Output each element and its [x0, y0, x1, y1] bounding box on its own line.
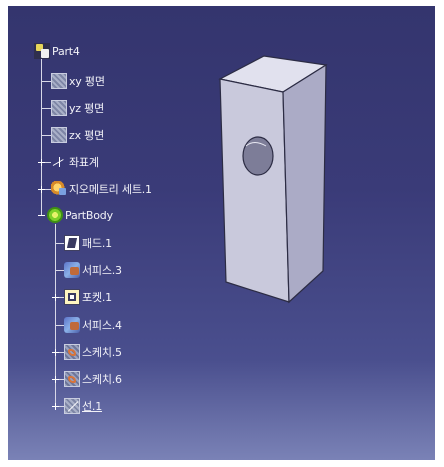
block-left-face: [219, 78, 290, 303]
block-front-face: [282, 63, 327, 304]
3d-model-block[interactable]: [8, 6, 435, 460]
3d-viewport[interactable]: Part4 xy 평면 yz 평면 zx 평면 좌표계 지오메트리 세트.1 P…: [8, 6, 435, 460]
